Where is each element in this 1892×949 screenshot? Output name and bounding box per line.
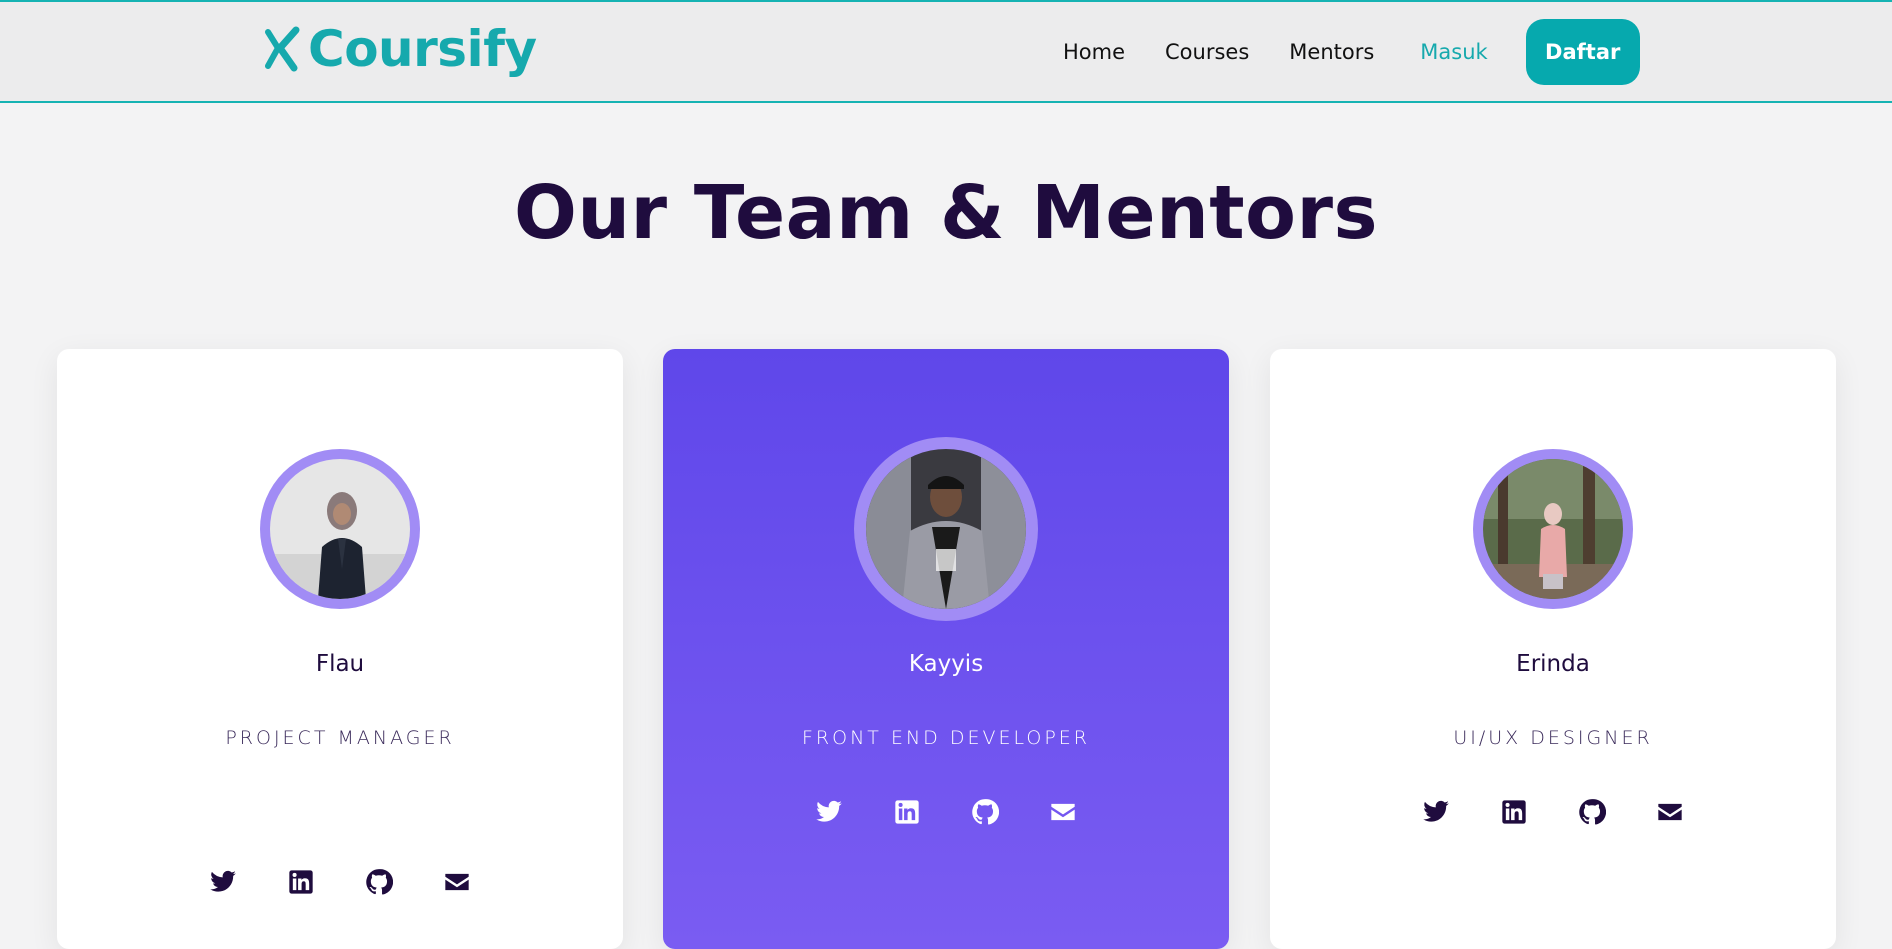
avatar — [1473, 449, 1633, 609]
twitter-icon[interactable] — [815, 798, 843, 826]
social-links — [663, 798, 1229, 826]
nav-courses[interactable]: Courses — [1165, 40, 1249, 64]
navbar: Coursify Home Courses Mentors Masuk Daft… — [0, 0, 1892, 103]
linkedin-icon[interactable] — [893, 798, 921, 826]
mentor-role: PROJECT MANAGER — [225, 727, 455, 749]
social-links — [57, 868, 623, 896]
avatar — [260, 449, 420, 609]
mentor-photo — [1483, 459, 1623, 599]
avatar — [854, 437, 1038, 621]
linkedin-icon[interactable] — [287, 868, 315, 896]
brand-name: Coursify — [308, 20, 537, 78]
mentor-photo — [866, 449, 1026, 609]
email-icon[interactable] — [1049, 798, 1077, 826]
nav-links: Home Courses Mentors Masuk Daftar — [1063, 19, 1640, 85]
github-icon[interactable] — [971, 798, 999, 826]
email-icon[interactable] — [443, 868, 471, 896]
social-links — [1270, 798, 1836, 826]
twitter-icon[interactable] — [209, 868, 237, 896]
mentor-photo — [270, 459, 410, 599]
mentor-name: Kayyis — [908, 651, 984, 677]
mentor-name: Flau — [315, 651, 365, 677]
github-icon[interactable] — [1578, 798, 1606, 826]
nav-mentors[interactable]: Mentors — [1289, 40, 1374, 64]
linkedin-icon[interactable] — [1500, 798, 1528, 826]
nav-login[interactable]: Masuk — [1420, 40, 1487, 64]
twitter-icon[interactable] — [1422, 798, 1450, 826]
mentor-role: UI/UX DESIGNER — [1453, 727, 1653, 749]
github-icon[interactable] — [365, 868, 393, 896]
brand-logo[interactable]: Coursify — [264, 24, 537, 74]
mentor-card: Flau PROJECT MANAGER — [57, 349, 623, 949]
mentor-role: FRONT END DEVELOPER — [802, 727, 1090, 749]
mentor-card: Erinda UI/UX DESIGNER — [1270, 349, 1836, 949]
mentor-name: Erinda — [1516, 651, 1590, 677]
nav-home[interactable]: Home — [1063, 40, 1125, 64]
signup-button[interactable]: Daftar — [1525, 19, 1640, 85]
page-title: Our Team & Mentors — [513, 170, 1379, 256]
mentor-card-highlighted: Kayyis FRONT END DEVELOPER — [663, 349, 1229, 949]
email-icon[interactable] — [1656, 798, 1684, 826]
coursify-logo-icon — [265, 26, 300, 72]
